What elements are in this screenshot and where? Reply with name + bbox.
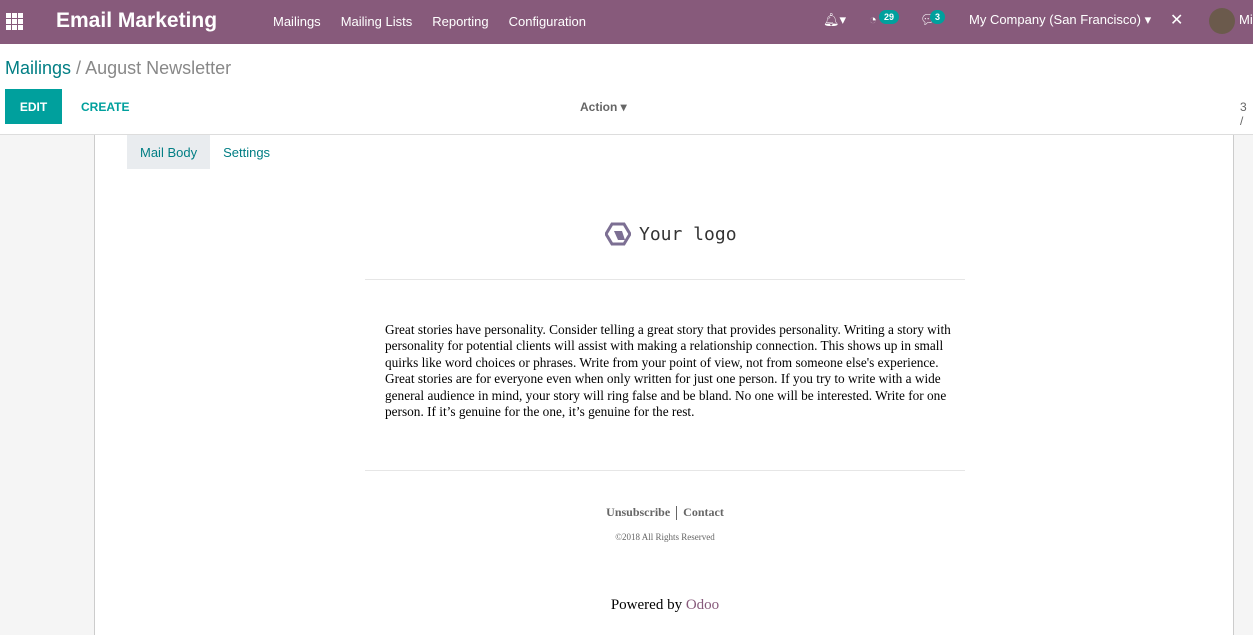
menu-mailings[interactable]: Mailings <box>273 14 321 29</box>
divider <box>365 470 965 471</box>
edit-button[interactable]: EDIT <box>5 89 62 124</box>
mail-logo: Your logo <box>605 222 737 246</box>
tab-mail-body[interactable]: Mail Body <box>127 135 211 169</box>
message-count-badge: 3 <box>930 10 946 24</box>
powered-by-label: Powered by <box>610 597 683 613</box>
activity-count-badge: 29 <box>879 10 900 24</box>
action-label: Action <box>580 100 618 114</box>
tab-settings[interactable]: Settings <box>210 135 283 169</box>
action-dropdown[interactable]: Action ▾ <box>580 100 627 114</box>
menu-configuration[interactable]: Configuration <box>509 14 586 29</box>
company-switcher[interactable]: My Company (San Francisco) ▾ <box>969 12 1151 28</box>
avatar[interactable] <box>1209 8 1235 34</box>
apps-menu-icon[interactable] <box>6 13 23 30</box>
menu-mailing-lists[interactable]: Mailing Lists <box>341 14 413 29</box>
mail-body-text: Great stories have personality. Consider… <box>385 322 955 420</box>
app-title: Email Marketing <box>56 9 218 32</box>
logo-text: Your logo <box>639 223 737 245</box>
powered-by: Powered by Odoo <box>95 597 1235 614</box>
odoo-link[interactable]: Odoo <box>686 597 719 613</box>
form-sheet: Mail Body Settings Your logo Great stori… <box>94 135 1234 635</box>
breadcrumb-current: August Newsletter <box>85 58 232 78</box>
divider <box>365 279 965 280</box>
breadcrumb-parent[interactable]: Mailings <box>5 58 71 78</box>
control-panel: Mailings / August Newsletter EDIT CREATE… <box>0 44 1253 135</box>
pager: 3 / <box>1240 100 1247 128</box>
activity-clock-icon[interactable]: ◔ <box>869 12 877 27</box>
user-name[interactable]: Mi <box>1239 12 1253 27</box>
menu-reporting[interactable]: Reporting <box>432 14 488 29</box>
copyright: ©2018 All Rights Reserved <box>615 532 715 542</box>
debug-tools-icon[interactable]: ✕ <box>1170 10 1183 30</box>
top-navbar: Email Marketing Mailings Mailing Lists R… <box>0 0 1253 44</box>
footer-links: Unsubscribe Contact <box>95 505 1235 521</box>
paragraph: Great stories have personality. Consider… <box>385 322 951 370</box>
contact-link[interactable]: Contact <box>683 505 724 519</box>
company-name: My Company (San Francisco) <box>969 12 1141 27</box>
paragraph: Great stories are for everyone even when… <box>385 371 947 420</box>
create-button[interactable]: CREATE <box>81 100 129 114</box>
bell-icon[interactable]: 🔔︎▾ <box>823 12 846 28</box>
logo-hexagon-icon <box>605 222 631 246</box>
breadcrumb-separator: / <box>76 58 82 78</box>
unsubscribe-link[interactable]: Unsubscribe <box>606 505 670 519</box>
breadcrumb: Mailings / August Newsletter <box>5 58 231 79</box>
